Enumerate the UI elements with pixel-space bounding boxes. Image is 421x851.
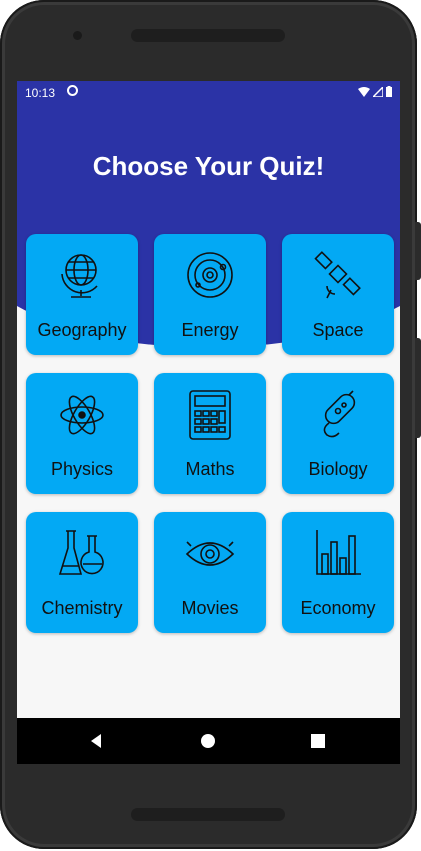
battery-icon [386,86,392,97]
quiz-card-chemistry[interactable]: Chemistry [26,512,138,633]
quiz-card-maths[interactable]: Maths [154,373,266,494]
quiz-label: Economy [300,598,376,618]
power-button [415,338,421,438]
quiz-card-biology[interactable]: Biology [282,373,394,494]
sync-icon [67,85,78,96]
phone-frame: 10:13 Choose Your Quiz! Geography Energy… [0,0,421,849]
quiz-card-space[interactable]: Space [282,234,394,355]
quiz-card-energy[interactable]: Energy [154,234,266,355]
navigation-bar [17,718,400,764]
status-bar: 10:13 [17,81,400,105]
satellite-icon [314,251,361,299]
status-time: 10:13 [25,86,56,100]
bar-chart-icon [316,530,361,575]
flasks-icon [58,530,104,575]
back-icon[interactable] [87,732,105,750]
quiz-label: Space [312,320,364,340]
quiz-label: Maths [185,459,235,479]
top-speaker [131,29,285,42]
quiz-card-physics[interactable]: Physics [26,373,138,494]
eye-icon [185,541,235,566]
quiz-label: Energy [181,320,239,340]
globe-icon [61,254,98,298]
signal-icon [373,86,383,97]
bottom-speaker [131,808,285,821]
recents-icon[interactable] [309,732,327,750]
atom-icon [60,395,104,435]
page-title: Choose Your Quiz! [92,151,325,181]
volume-button [415,222,421,280]
quiz-label: Movies [181,598,239,618]
front-camera [73,31,82,40]
app-screen: 10:13 Choose Your Quiz! Geography Energy… [17,81,400,764]
quiz-card-geography[interactable]: Geography [26,234,138,355]
quiz-label: Chemistry [41,598,123,618]
quiz-label: Biology [308,459,368,479]
quiz-label: Geography [37,320,127,340]
calculator-icon [189,390,231,440]
orbit-icon [187,252,233,298]
home-icon[interactable] [199,732,217,750]
quiz-label: Physics [50,459,113,479]
quiz-card-movies[interactable]: Movies [154,512,266,633]
wifi-icon [358,86,370,97]
bacteria-icon [323,390,356,438]
quiz-card-economy[interactable]: Economy [282,512,394,633]
